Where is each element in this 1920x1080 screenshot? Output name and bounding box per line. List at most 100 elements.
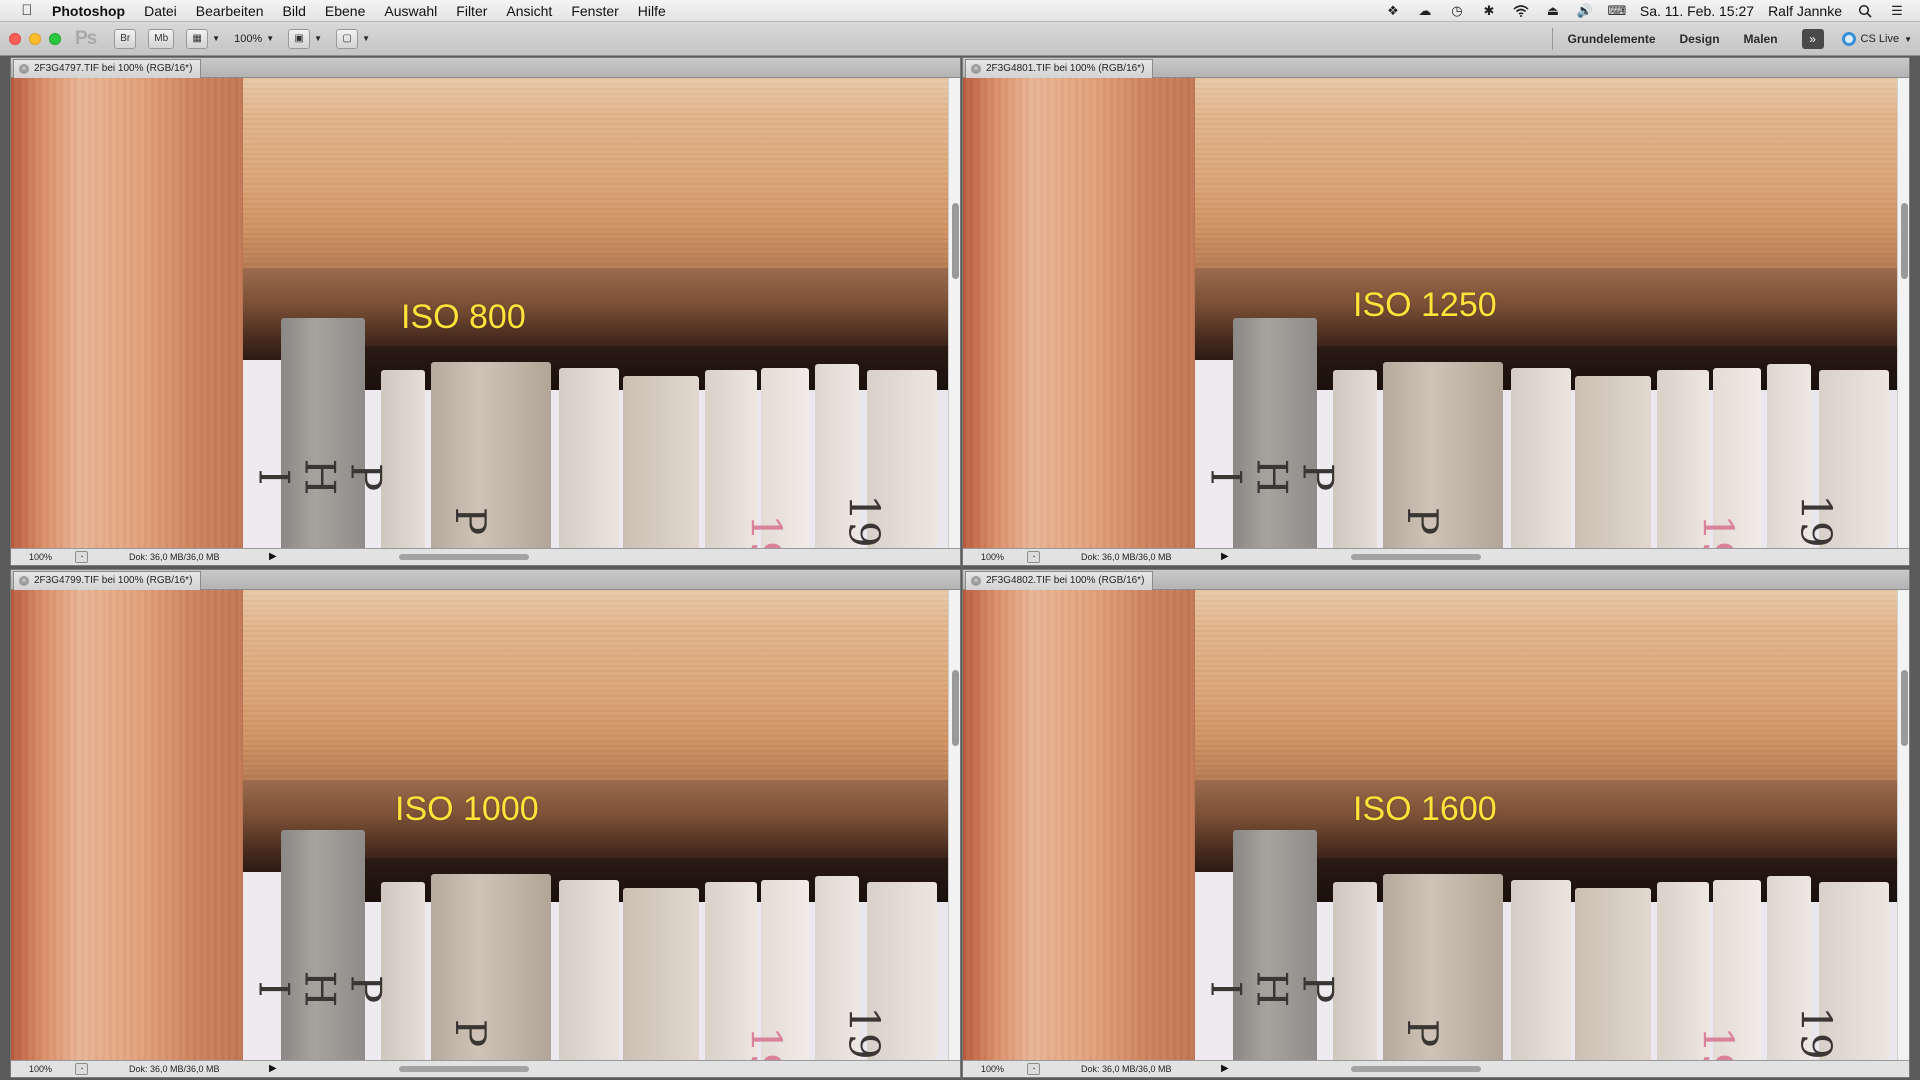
close-document-icon[interactable]: ×	[19, 64, 29, 74]
document-tab[interactable]: × 2F3G4801.TIF bei 100% (RGB/16*)	[965, 59, 1154, 78]
notification-center-icon[interactable]: ☰	[1888, 3, 1906, 19]
status-document-size: Dok: 36,0 MB/36,0 MB	[1081, 552, 1172, 562]
book-spine	[623, 888, 699, 1062]
book-spine-text: 19	[1693, 1026, 1743, 1062]
cloud-sync-icon[interactable]: ☁	[1416, 3, 1434, 19]
workspace-design[interactable]: Design	[1680, 32, 1720, 46]
time-machine-icon[interactable]: ◷	[1448, 3, 1466, 19]
status-info-icon[interactable]: ◔	[1027, 1063, 1040, 1075]
user-name[interactable]: Ralf Jannke	[1768, 3, 1842, 19]
status-info-icon[interactable]: ◔	[75, 1063, 88, 1075]
workspace-grundelemente[interactable]: Grundelemente	[1567, 32, 1655, 46]
document-tab-label: 2F3G4801.TIF bei 100% (RGB/16*)	[986, 63, 1145, 74]
photo-wooden-post	[11, 78, 243, 550]
book-spine-text: P	[1398, 1018, 1448, 1048]
close-document-icon[interactable]: ×	[971, 576, 981, 586]
iso-label: ISO 1600	[1353, 790, 1497, 828]
bluetooth-icon[interactable]: ✱	[1480, 3, 1498, 19]
book-spine-text: 19	[1791, 1006, 1841, 1060]
horizontal-scroll-thumb[interactable]	[399, 1066, 529, 1072]
document-canvas[interactable]: P H I P 19 19 ISO 800	[11, 78, 948, 550]
status-menu-arrow-icon[interactable]: ▶	[1221, 1063, 1229, 1074]
zoom-window-button[interactable]	[49, 32, 61, 45]
shelf-photo: P H I P 19 19 ISO 800	[11, 78, 948, 550]
vertical-scrollbar[interactable]	[948, 590, 960, 1062]
keyboard-icon[interactable]: ⌨	[1608, 3, 1627, 19]
dropbox-icon[interactable]: ❖	[1384, 3, 1402, 19]
view-extras-dropdown[interactable]: ▦ ▼	[186, 28, 220, 49]
book-spine-text: 19	[1693, 514, 1743, 550]
document-tab[interactable]: × 2F3G4799.TIF bei 100% (RGB/16*)	[13, 571, 202, 590]
status-zoom[interactable]: 100%	[29, 552, 52, 562]
document-tab-bar: × 2F3G4797.TIF bei 100% (RGB/16*)	[11, 58, 960, 78]
apple-menu-icon[interactable]: 	[16, 2, 38, 19]
status-menu-arrow-icon[interactable]: ▶	[269, 551, 277, 562]
photo-wooden-post	[11, 590, 243, 1062]
menu-ansicht[interactable]: Ansicht	[506, 3, 552, 19]
launch-bridge-button[interactable]: Br	[114, 28, 137, 49]
menu-auswahl[interactable]: Auswahl	[384, 3, 437, 19]
menu-fenster[interactable]: Fenster	[571, 3, 618, 19]
vertical-scroll-thumb[interactable]	[952, 203, 959, 279]
book-spine-text: 19	[741, 514, 791, 550]
book-spine-text: P H I	[1201, 970, 1343, 1008]
status-menu-arrow-icon[interactable]: ▶	[269, 1063, 277, 1074]
menu-datei[interactable]: Datei	[144, 3, 177, 19]
status-zoom[interactable]: 100%	[981, 552, 1004, 562]
document-canvas[interactable]: P H I P 19 19 ISO 1000	[11, 590, 948, 1062]
iso-label: ISO 1000	[395, 790, 539, 828]
vertical-scrollbar[interactable]	[1897, 590, 1909, 1062]
launch-mini-bridge-button[interactable]: Mb	[148, 28, 175, 49]
vertical-scrollbar[interactable]	[948, 78, 960, 550]
status-zoom[interactable]: 100%	[981, 1064, 1004, 1074]
more-workspaces-button[interactable]: »	[1801, 29, 1824, 49]
menu-filter[interactable]: Filter	[456, 3, 487, 19]
close-document-icon[interactable]: ×	[19, 576, 29, 586]
wifi-icon[interactable]	[1512, 3, 1530, 19]
document-canvas[interactable]: P H I P 19 19 ISO 1250	[963, 78, 1897, 550]
status-menu-arrow-icon[interactable]: ▶	[1221, 551, 1229, 562]
workspace-malen[interactable]: Malen	[1744, 32, 1778, 46]
document-tab[interactable]: × 2F3G4797.TIF bei 100% (RGB/16*)	[13, 59, 202, 78]
document-window-4: × 2F3G4802.TIF bei 100% (RGB/16*) P H IP…	[962, 569, 1910, 1078]
document-canvas[interactable]: P H I P 19 19 ISO 1600	[963, 590, 1897, 1062]
volume-icon[interactable]: 🔊	[1576, 3, 1594, 19]
document-tab[interactable]: × 2F3G4802.TIF bei 100% (RGB/16*)	[965, 571, 1154, 590]
clock[interactable]: Sa. 11. Feb. 15:27	[1640, 3, 1754, 19]
status-zoom[interactable]: 100%	[29, 1064, 52, 1074]
vertical-scrollbar[interactable]	[1897, 78, 1909, 550]
minimize-window-button[interactable]	[29, 32, 41, 45]
close-window-button[interactable]	[9, 32, 21, 45]
horizontal-scroll-thumb[interactable]	[1351, 554, 1481, 560]
chevron-down-icon: ▼	[314, 34, 323, 43]
status-info-icon[interactable]: ◔	[75, 551, 88, 563]
arrange-documents-dropdown[interactable]: ▣ ▼	[288, 28, 323, 49]
menu-ebene[interactable]: Ebene	[325, 3, 365, 19]
menu-photoshop[interactable]: Photoshop	[52, 3, 125, 19]
document-window-2: × 2F3G4801.TIF bei 100% (RGB/16*) P H IP…	[962, 57, 1910, 566]
status-info-icon[interactable]: ◔	[1027, 551, 1040, 563]
chevron-down-icon: ▼	[1904, 34, 1912, 44]
document-tab-label: 2F3G4797.TIF bei 100% (RGB/16*)	[34, 63, 193, 74]
search-icon[interactable]	[1856, 3, 1874, 19]
menu-bearbeiten[interactable]: Bearbeiten	[196, 3, 264, 19]
screen-mode-dropdown[interactable]: ▢ ▼	[336, 28, 370, 49]
vertical-scroll-thumb[interactable]	[1901, 203, 1908, 279]
eject-icon[interactable]: ⏏	[1544, 3, 1562, 19]
application-bar: Ps Br Mb ▦ ▼ 100% ▼ ▣ ▼ ▢ ▼ Grundelement…	[0, 22, 1920, 56]
cs-live-menu[interactable]: CS Live ▼	[1841, 32, 1912, 46]
vertical-scroll-thumb[interactable]	[952, 670, 959, 746]
close-document-icon[interactable]: ×	[971, 64, 981, 74]
vertical-scroll-thumb[interactable]	[1901, 670, 1908, 746]
zoom-level-dropdown[interactable]: 100% ▼	[234, 33, 274, 45]
menu-bild[interactable]: Bild	[283, 3, 306, 19]
book-spine-text: P H I	[249, 970, 391, 1008]
menu-bar:  Photoshop Datei Bearbeiten Bild Ebene …	[0, 0, 1920, 22]
menu-hilfe[interactable]: Hilfe	[638, 3, 666, 19]
document-tab-bar: × 2F3G4799.TIF bei 100% (RGB/16*)	[11, 570, 960, 590]
horizontal-scroll-thumb[interactable]	[399, 554, 529, 560]
chevron-down-icon: ▼	[266, 34, 275, 43]
horizontal-scroll-thumb[interactable]	[1351, 1066, 1481, 1072]
screen-mode-icon: ▢	[336, 28, 359, 49]
book-spine	[1233, 318, 1317, 550]
